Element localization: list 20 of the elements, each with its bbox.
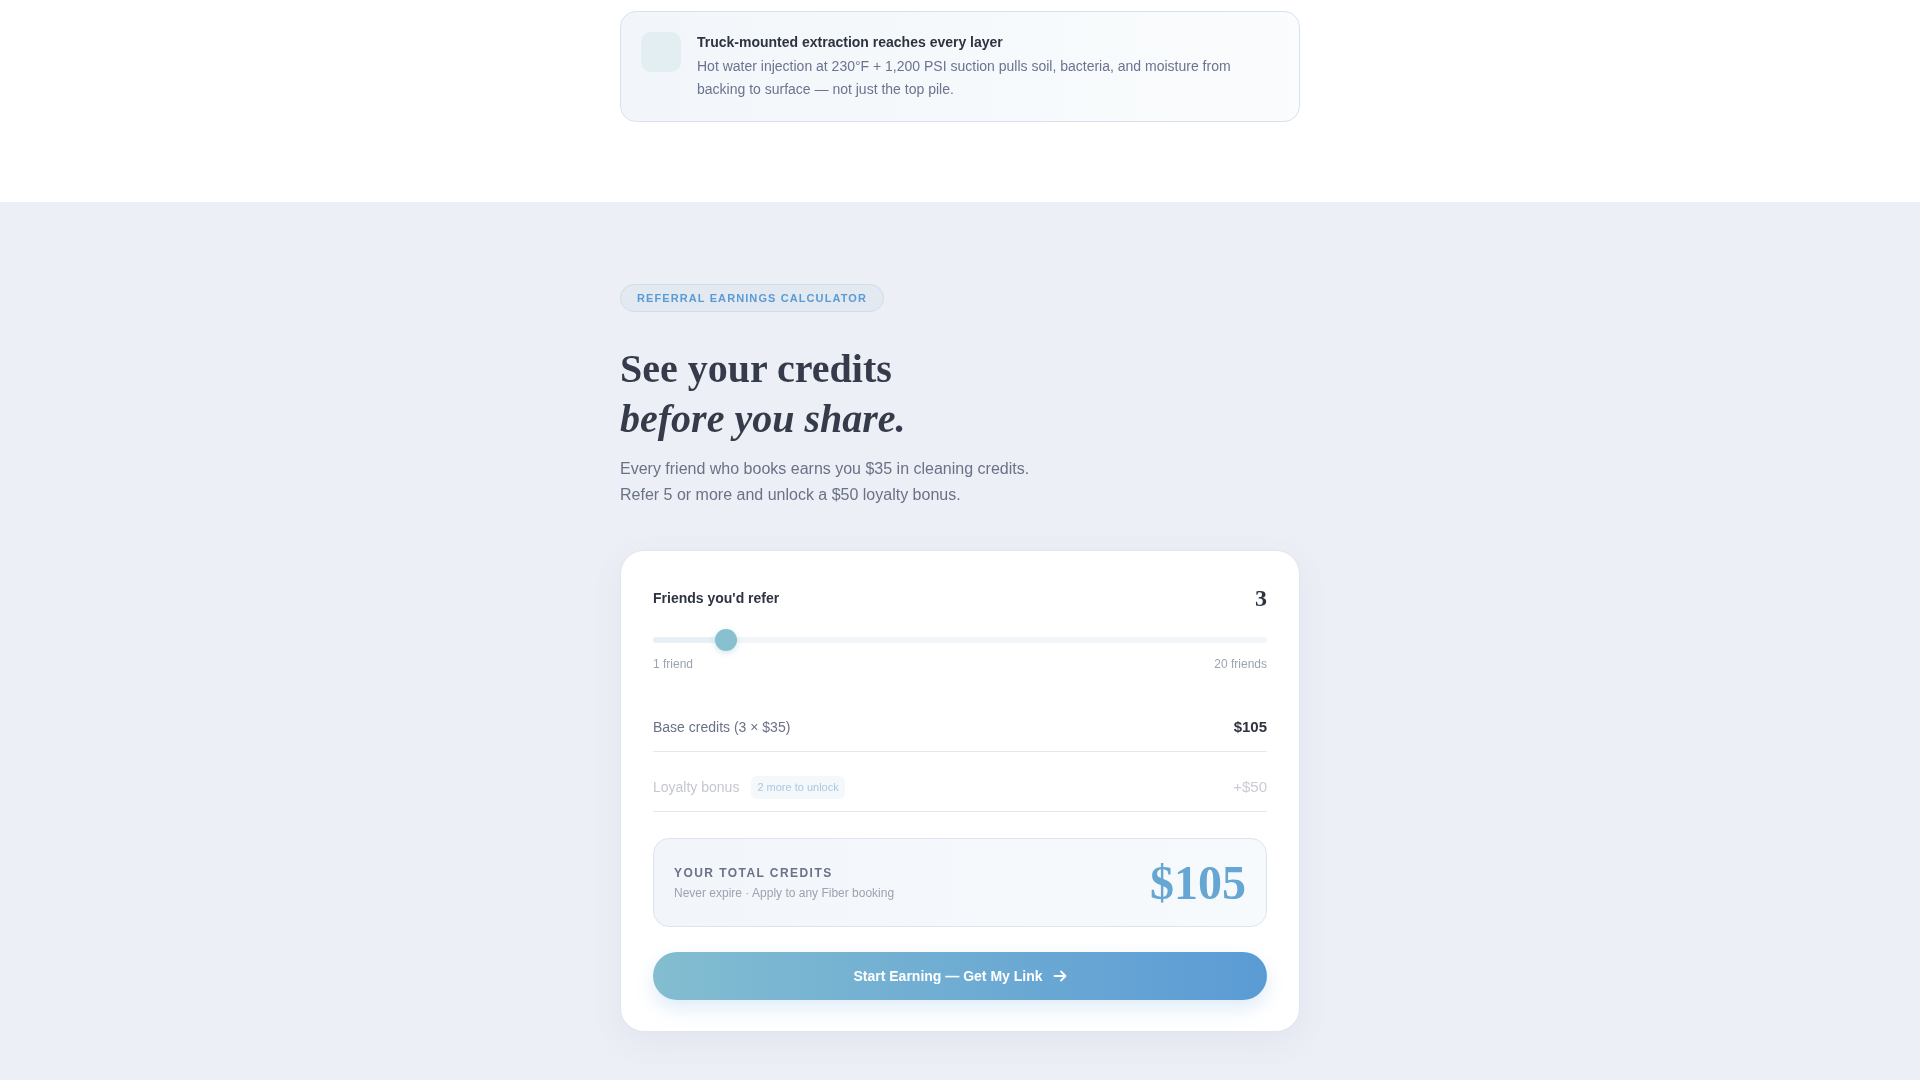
slider-value: 3: [1255, 584, 1267, 613]
heading-line: See your credits: [620, 345, 893, 393]
arrow-right-icon: [1052, 969, 1067, 983]
heading-line-italic: before you share.: [620, 395, 906, 443]
unlock-tag: 2 more to unlock: [751, 776, 845, 799]
slider-min-label: 1 friend: [653, 656, 694, 672]
row-amount: $105: [1233, 717, 1267, 738]
total-note: Never expire · Apply to any Fiber booking: [674, 884, 895, 901]
total-label: YOUR TOTAL CREDITS: [674, 864, 834, 881]
slider-thumb[interactable]: [715, 629, 738, 651]
total-amount: $105: [1150, 856, 1246, 909]
section-badge: REFERRAL EARNINGS CALCULATOR: [620, 284, 885, 312]
feature-description: Hot water injection at 230°F + 1,200 PSI suction pulls soil, bacteria, and moisture from backing to surface — not just the top pile.: [697, 57, 1232, 99]
slider-label: Friends you'd refer: [653, 588, 780, 608]
intro-text: Every friend who books earns you $35 in cleaning credits. Refer 5 or more and unlock a $50 loyalty bonus.: [620, 459, 1031, 505]
slider-max-label: 20 friends: [1214, 656, 1267, 672]
row-label: Base credits (3 × $35): [653, 718, 791, 737]
row-label: Loyalty bonus: [653, 778, 740, 797]
feature-title: Truck-mounted extraction reaches every layer: [697, 33, 1004, 52]
start-earning-button[interactable]: Start Earning — Get My Link: [653, 952, 1267, 1000]
